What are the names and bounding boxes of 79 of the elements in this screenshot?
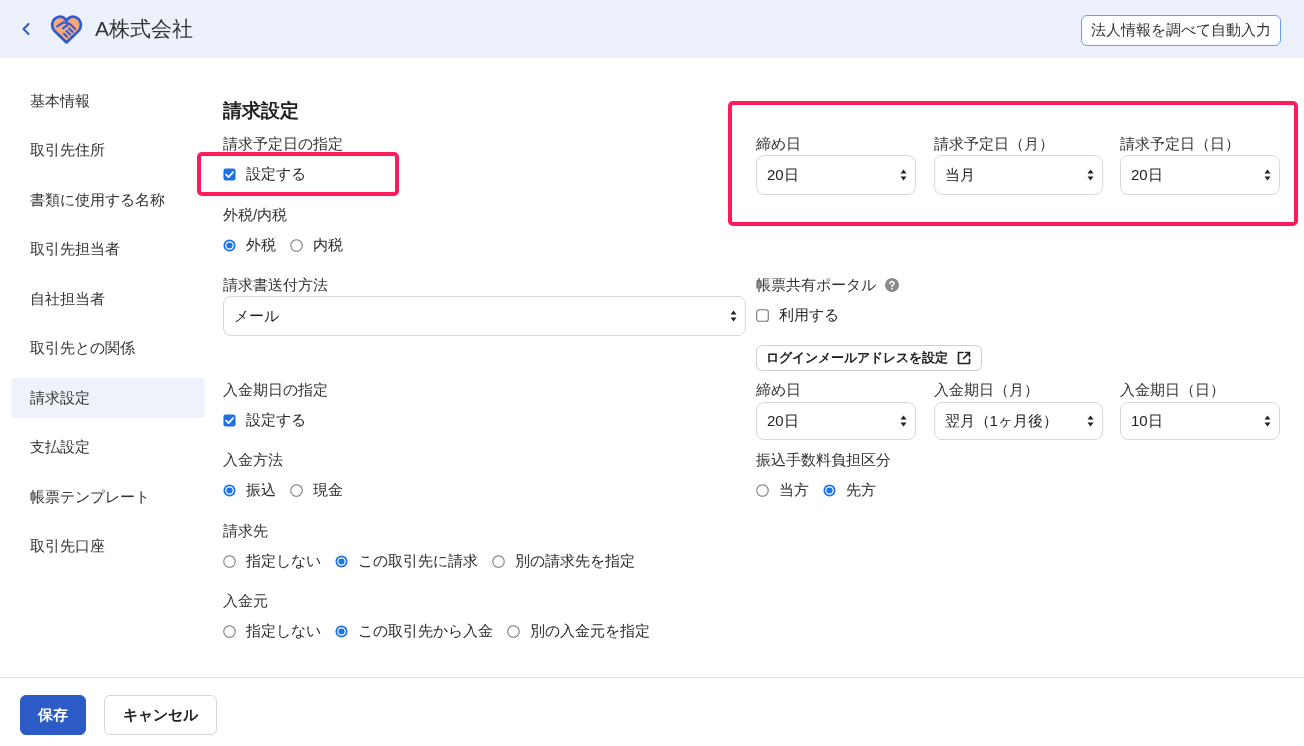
radio-button[interactable] — [335, 624, 348, 638]
radio-button[interactable] — [823, 483, 836, 497]
radio-button[interactable] — [223, 483, 236, 497]
checkbox-label: 設定する — [246, 410, 306, 430]
updown-caret-icon — [1264, 415, 1271, 427]
updown-caret-icon — [730, 310, 737, 322]
chevron-left-icon[interactable] — [22, 23, 30, 35]
updown-caret-icon — [900, 415, 907, 427]
radio-label: 指定しない — [246, 551, 321, 571]
radio-button[interactable] — [290, 238, 303, 252]
field-label: 入金期日（月） — [933, 380, 1040, 400]
checkbox-label: 設定する — [246, 164, 306, 184]
dropdown[interactable]: メール — [223, 296, 746, 336]
radio-label: 別の入金元を指定 — [530, 621, 650, 641]
radio-button[interactable] — [223, 624, 236, 638]
field-label: 入金期日（日） — [1120, 380, 1226, 400]
radio-button[interactable] — [492, 554, 505, 568]
save-button[interactable]: 保存 — [20, 695, 86, 735]
login-email-button[interactable]: ログインメールアドレスを設定 — [756, 345, 982, 371]
field-label: 外税/内税 — [223, 205, 289, 225]
field-label: 帳票共有ポータル — [756, 275, 876, 295]
updown-caret-icon — [1264, 169, 1271, 181]
radio-label: 振込 — [246, 480, 276, 500]
field-label: 入金方法 — [223, 450, 284, 470]
help-icon[interactable] — [885, 278, 899, 292]
checkbox-label: 利用する — [779, 305, 839, 325]
field-label: 請求予定日（月） — [933, 134, 1055, 154]
radio-button[interactable] — [290, 483, 303, 497]
radio-label: 内税 — [313, 235, 343, 255]
radio-label: 別の請求先を指定 — [515, 551, 635, 571]
updown-caret-icon — [1086, 415, 1094, 427]
checkbox[interactable] — [223, 167, 236, 181]
sidebar-item[interactable]: 請求設定 — [11, 378, 205, 418]
sidebar-item[interactable]: 取引先住所 — [11, 130, 205, 171]
dropdown[interactable]: 当月 — [933, 155, 1103, 195]
sidebar-item[interactable]: 取引先担当者 — [11, 229, 205, 270]
radio-button[interactable] — [507, 624, 520, 638]
sidebar-item[interactable]: 自社担当者 — [11, 279, 205, 319]
cancel-button[interactable]: キャンセル — [104, 695, 217, 735]
checkbox[interactable] — [756, 308, 769, 322]
radio-label: 指定しない — [246, 621, 321, 641]
sidebar-item[interactable]: 帳票テンプレート — [11, 477, 205, 517]
radio-button[interactable] — [223, 554, 236, 568]
dropdown[interactable]: 20日 — [756, 155, 916, 195]
radio-label: 当方 — [779, 480, 809, 500]
sidebar-item[interactable]: 取引先との関係 — [11, 328, 205, 369]
radio-label: 先方 — [846, 480, 876, 500]
field-label: 締め日 — [756, 134, 802, 154]
radio-label: 現金 — [313, 480, 343, 500]
field-label: 請求予定日（日） — [1120, 134, 1241, 154]
radio-label: この取引先から入金 — [358, 621, 493, 641]
sidebar-item[interactable]: 支払設定 — [11, 427, 205, 468]
field-label: 入金期日の指定 — [223, 380, 329, 400]
radio-button[interactable] — [335, 554, 348, 568]
radio-label: 外税 — [246, 235, 276, 255]
radio-button[interactable] — [756, 483, 769, 497]
dropdown[interactable]: 翌月（1ヶ月後） — [933, 402, 1103, 440]
field-label: 入金元 — [223, 591, 269, 611]
field-label: 請求書送付方法 — [223, 275, 329, 295]
company-title: A株式会社 — [95, 16, 193, 42]
dropdown[interactable]: 20日 — [756, 402, 916, 440]
sidebar-item[interactable]: 基本情報 — [11, 81, 205, 121]
dropdown[interactable]: 10日 — [1120, 402, 1280, 440]
radio-label: この取引先に請求 — [358, 551, 478, 571]
section-title: 請求設定 — [223, 99, 300, 123]
field-label: 振込手数料負担区分 — [756, 450, 892, 470]
heart-handshake-icon — [50, 14, 83, 44]
sidebar-item[interactable]: 取引先口座 — [11, 526, 205, 567]
field-label: 請求先 — [223, 521, 269, 541]
field-label: 請求予定日の指定 — [223, 134, 344, 154]
checkbox[interactable] — [223, 413, 236, 427]
radio-button[interactable] — [223, 238, 236, 252]
updown-caret-icon — [1086, 169, 1094, 181]
dropdown[interactable]: 20日 — [1120, 155, 1280, 195]
external-link-icon — [956, 350, 972, 366]
sidebar-item[interactable]: 書類に使用する名称 — [11, 180, 205, 220]
updown-caret-icon — [900, 169, 907, 181]
field-label: 締め日 — [756, 380, 802, 400]
autofill-button[interactable]: 法人情報を調べて自動入力 — [1081, 14, 1281, 46]
